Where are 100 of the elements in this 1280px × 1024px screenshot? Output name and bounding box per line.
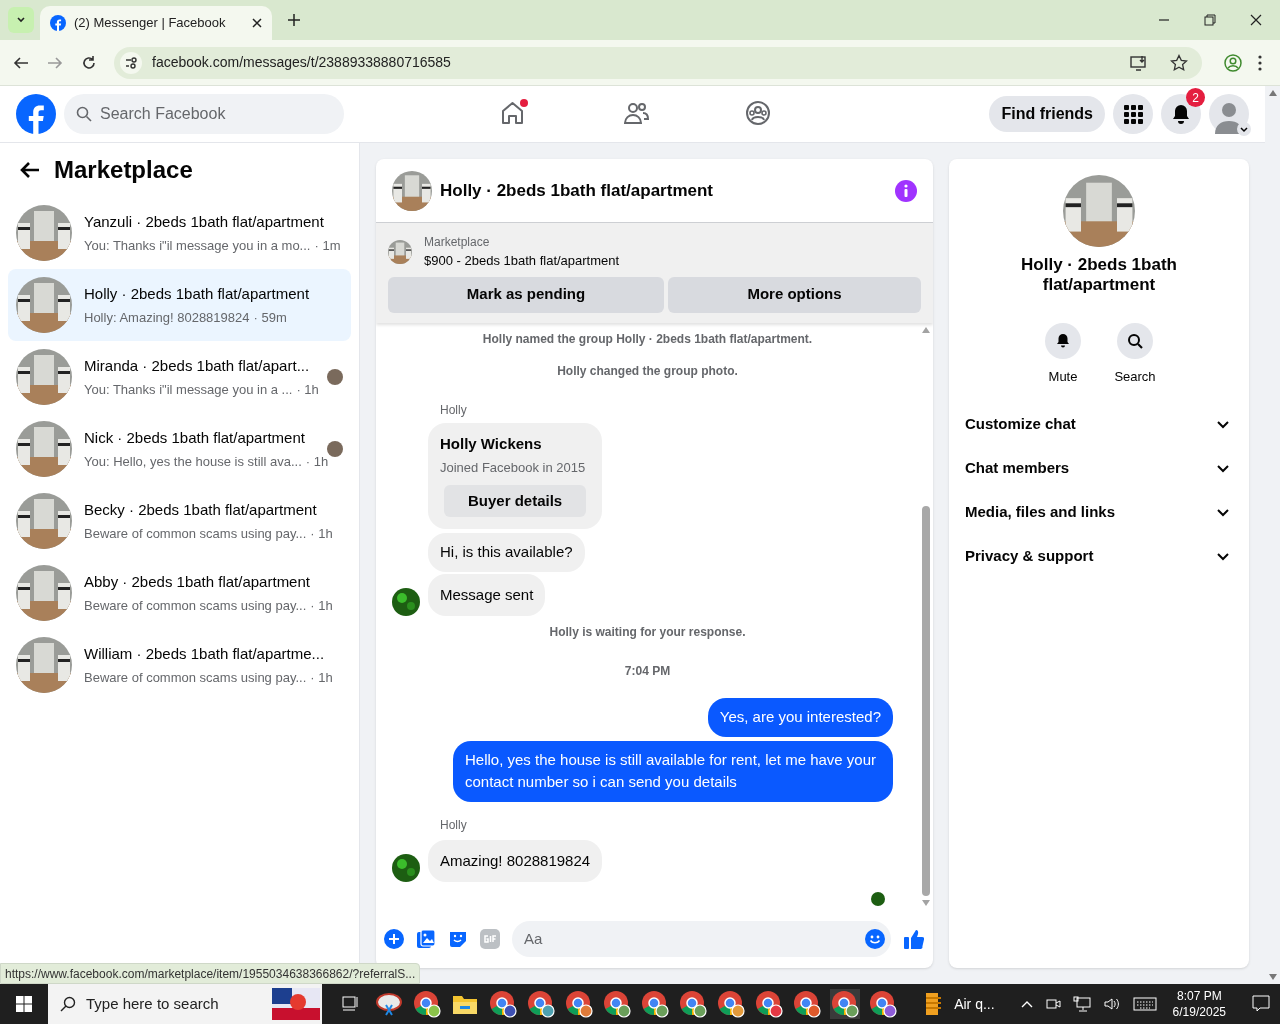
message-time: · 1h (296, 380, 319, 399)
incoming-message: Hi, is this available? (428, 533, 585, 572)
address-bar[interactable]: facebook.com/messages/t/23889338880716585 (114, 46, 1202, 79)
seen-avatar (871, 892, 885, 906)
conversation-name: Abby · 2beds 1bath flat/apartment (84, 572, 311, 592)
photo-gallery-icon[interactable] (416, 929, 436, 949)
search-field[interactable]: Search Facebook (64, 94, 344, 134)
buyer-details-button[interactable]: Buyer details (444, 485, 587, 517)
listing-action-button[interactable]: Mark as pending (388, 276, 664, 313)
details-section[interactable]: Media, files and links (965, 490, 1233, 535)
browser-tab[interactable]: (2) Messenger | Facebook (40, 6, 272, 40)
message-preview: Beware of common scams using pay... (84, 524, 307, 543)
conversation-name: Nick · 2beds 1bath flat/apartment (84, 428, 306, 448)
listing-price-title: $900 - 2beds 1bath flat/apartment (424, 252, 620, 270)
listing-action-button[interactable]: More options (668, 276, 921, 313)
chat-title: Holly · 2beds 1bath flat/apartment (440, 179, 714, 202)
search-icon (60, 996, 76, 1012)
sticker-icon[interactable] (448, 929, 468, 949)
chrome-browser-icon[interactable] (754, 989, 784, 1019)
snipping-tool-icon[interactable] (374, 991, 404, 1017)
chrome-browser-icon[interactable] (564, 989, 594, 1019)
tab-title: (2) Messenger | Facebook (74, 14, 227, 33)
chrome-browser-icon[interactable] (868, 989, 898, 1019)
thumbs-up-icon[interactable] (903, 928, 925, 950)
message-time: · 1h (305, 452, 329, 471)
profile-subtitle: Joined Facebook in 2015 (440, 458, 587, 477)
groups-icon[interactable] (744, 99, 772, 127)
chrome-browser-icon[interactable] (526, 989, 556, 1019)
message-composer[interactable]: Aa (512, 921, 891, 957)
notification-center-icon[interactable] (1252, 995, 1270, 1013)
notification-badge: 2 (1186, 88, 1205, 107)
weather-text[interactable]: Air q... (954, 993, 995, 1015)
plus-circle-icon[interactable] (384, 929, 404, 949)
incoming-message: Amazing! 8028819824 (428, 839, 603, 882)
chat-avatar (392, 170, 432, 211)
weather-icon[interactable] (924, 991, 943, 1017)
details-section[interactable]: Privacy & support (965, 534, 1233, 579)
camera-icon[interactable] (1044, 996, 1061, 1012)
new-tab-icon[interactable] (288, 14, 300, 26)
search-input[interactable]: Search Facebook (100, 102, 332, 126)
site-settings-icon[interactable] (120, 51, 142, 74)
close-icon[interactable] (252, 18, 262, 28)
chevron-down-icon (16, 15, 26, 25)
emoji-icon[interactable] (865, 929, 885, 949)
chat-action-button[interactable]: Search (1114, 323, 1156, 387)
flag-drawing (272, 988, 320, 1020)
volume-icon[interactable] (1102, 996, 1121, 1012)
close-icon[interactable] (1250, 14, 1262, 26)
facebook-logo-icon[interactable] (16, 94, 56, 134)
message-time: · 1h (310, 524, 333, 543)
more-menu-icon[interactable] (1258, 54, 1262, 71)
taskbar-search-input[interactable]: Type here to search (86, 992, 266, 1016)
windows-start-icon[interactable] (16, 996, 32, 1012)
chrome-browser-icon[interactable] (488, 989, 518, 1019)
listing-photo (16, 637, 72, 693)
conversation-name: Holly · 2beds 1bath flat/apartment (84, 284, 311, 304)
clock[interactable]: 8:07 PM 6/19/2025 (1172, 988, 1226, 1020)
message-preview: You: Thanks i"il message you in a ... (84, 380, 293, 399)
conversation-name: William · 2beds 1bath flat/apartme... (84, 644, 326, 664)
listing-photo (16, 349, 72, 405)
chat-action-button[interactable]: Mute (1042, 323, 1084, 387)
conversation-name: Yanzuli · 2beds 1bath flat/apartment (84, 212, 325, 232)
chrome-browser-icon[interactable] (716, 989, 746, 1019)
grid-menu-icon (1123, 104, 1143, 124)
message-timestamp: 7:04 PM (623, 663, 672, 680)
url-text: facebook.com/messages/t/23889338880716585 (152, 53, 452, 72)
chevron-up-icon[interactable] (1020, 1000, 1033, 1008)
chrome-browser-icon[interactable] (412, 989, 442, 1019)
conversation-item[interactable]: Holly · 2beds 1bath flat/apartment Holly: Amazing! 8028819824 · 59m (8, 269, 351, 341)
chrome-browser-icon[interactable] (792, 989, 822, 1019)
install-app-icon[interactable] (1130, 53, 1148, 72)
sender-name: Holly (439, 816, 468, 834)
account-button[interactable] (1209, 94, 1249, 134)
profile-icon[interactable] (1224, 53, 1242, 72)
listing-photo (16, 493, 72, 549)
network-icon[interactable] (1072, 996, 1091, 1012)
chrome-browser-icon[interactable] (640, 989, 670, 1019)
back-arrow-icon[interactable] (20, 161, 40, 179)
reload-icon[interactable] (80, 53, 98, 72)
listing-photo (16, 205, 72, 261)
message-input[interactable]: Aa (524, 927, 865, 951)
details-section[interactable]: Chat members (965, 446, 1233, 491)
group-name: Holly · 2beds 1bath flat/apartment (1020, 255, 1178, 295)
chrome-browser-icon[interactable] (602, 989, 632, 1019)
chrome-browser-icon[interactable] (678, 989, 708, 1019)
find-friends-button[interactable]: Find friends (989, 96, 1105, 132)
message-preview: Holly: Amazing! 8028819824 (84, 308, 250, 327)
tab-list-button[interactable] (8, 7, 34, 33)
menu-button[interactable] (1113, 94, 1153, 134)
keyboard-icon[interactable] (1132, 996, 1157, 1012)
chrome-browser-icon[interactable] (830, 989, 860, 1019)
star-icon[interactable] (1170, 53, 1188, 72)
restore-icon[interactable] (1204, 14, 1216, 26)
home-icon[interactable] (500, 99, 528, 127)
notifications-button[interactable] (1161, 94, 1201, 134)
info-icon[interactable] (895, 179, 917, 202)
scroll-down-icon (1268, 974, 1277, 980)
details-section[interactable]: Customize chat (965, 402, 1233, 447)
taskbar-search[interactable]: Type here to search (48, 984, 322, 1024)
system-message: Holly is waiting for your response. (548, 624, 747, 641)
